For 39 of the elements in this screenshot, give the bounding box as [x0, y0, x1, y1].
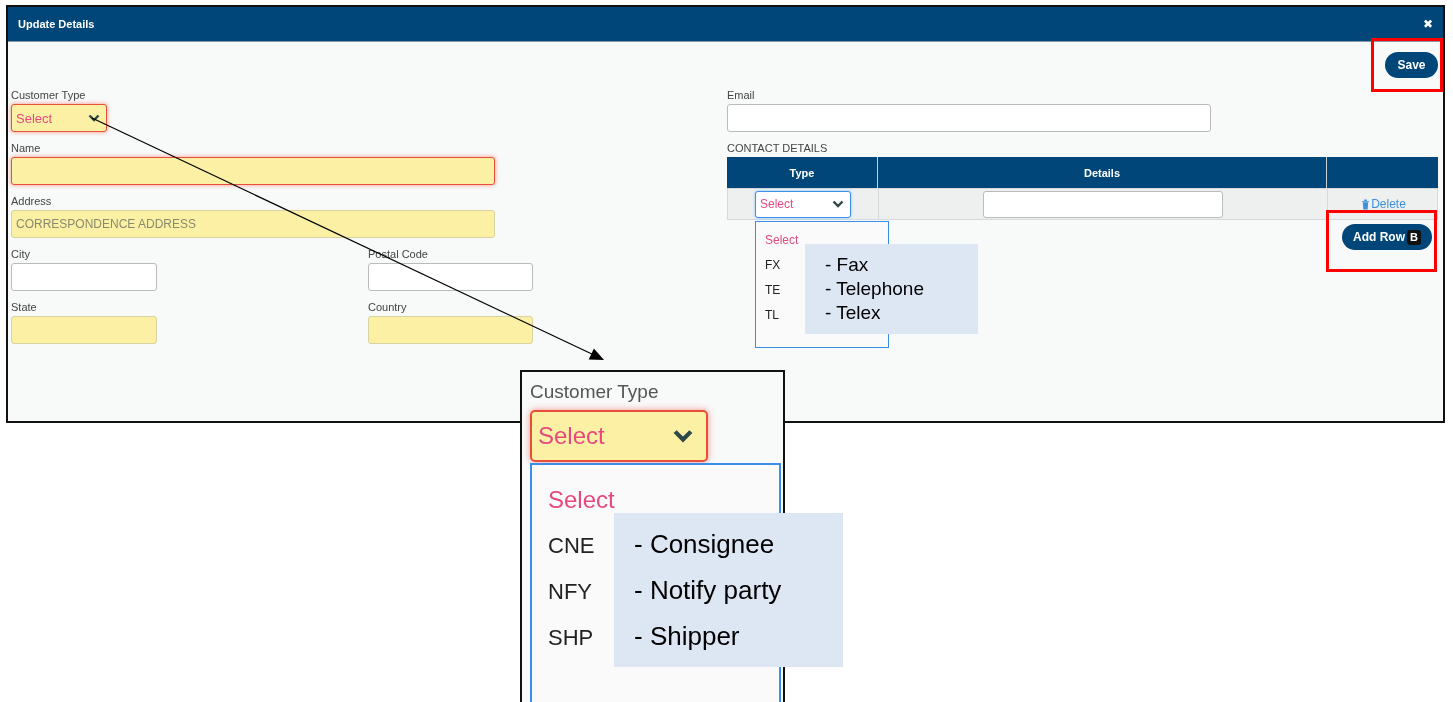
note-text: - Telex	[825, 301, 882, 325]
note-text: - Consignee	[634, 528, 776, 561]
text-field[interactable]	[11, 263, 157, 291]
type-select[interactable]: Select	[755, 190, 851, 218]
field-label: Country	[368, 300, 407, 314]
section-title: CONTACT DETAILS	[727, 141, 829, 155]
note-text: - Fax	[825, 253, 870, 277]
text-field[interactable]	[11, 157, 495, 185]
dropdown-option[interactable]: Select	[765, 228, 799, 253]
dropdown-option[interactable]: CNE	[548, 523, 595, 569]
close-button[interactable]: ✖	[1423, 17, 1433, 31]
field-label: Customer Type	[530, 380, 659, 404]
field-label: Name	[11, 141, 41, 155]
dropdown-option[interactable]: TE	[765, 278, 781, 303]
dropdown-option[interactable]: FX	[765, 253, 781, 278]
note-text: - Notify party	[634, 574, 783, 607]
dropdown-option[interactable]: SHP	[548, 615, 594, 661]
note-text: - Shipper	[634, 620, 741, 653]
field-label: Address	[11, 194, 52, 208]
chevron-down-icon	[672, 429, 694, 443]
note-text: - Telephone	[825, 277, 925, 301]
dropdown-option[interactable]: Select	[548, 477, 615, 523]
dropdown-option[interactable]: TL	[765, 303, 779, 328]
save-button[interactable]: Save	[1385, 52, 1438, 78]
column-header: Type	[788, 165, 816, 181]
field-label: State	[11, 300, 37, 314]
add-row-button[interactable]: Add Row B	[1342, 224, 1432, 250]
dropdown-option[interactable]: NFY	[548, 569, 592, 615]
email-field[interactable]	[727, 104, 1211, 132]
chevron-down-icon	[88, 114, 100, 122]
text-field[interactable]	[368, 263, 533, 291]
shortcut-badge: B	[1407, 229, 1421, 245]
details-field[interactable]	[983, 190, 1223, 218]
field-label: City	[11, 247, 30, 261]
chevron-down-icon	[832, 200, 844, 208]
field-label: Email	[727, 88, 755, 102]
trash-icon	[1361, 198, 1371, 210]
field-label: Customer Type	[11, 88, 86, 102]
window-title: Update Details	[18, 18, 95, 30]
